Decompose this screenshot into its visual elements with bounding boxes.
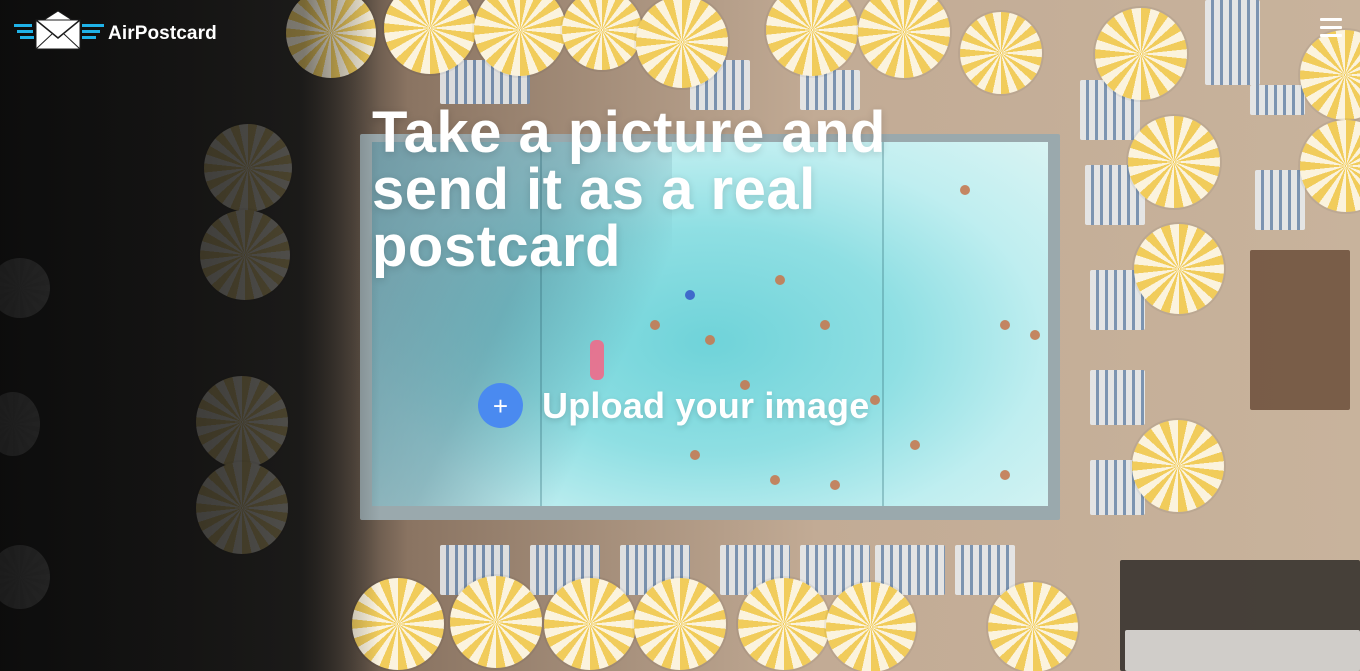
- swimmer: [775, 275, 785, 285]
- shadow-overlay: [0, 0, 380, 671]
- menu-bar: [1320, 18, 1342, 21]
- swimmer: [830, 480, 840, 490]
- swimmer: [1000, 470, 1010, 480]
- swimmer: [690, 450, 700, 460]
- hamburger-menu-icon[interactable]: [1320, 18, 1342, 38]
- site-header: AirPostcard: [0, 0, 1360, 72]
- lounger: [1090, 370, 1145, 425]
- upload-label[interactable]: Upload your image: [542, 385, 869, 427]
- swimmer: [1000, 320, 1010, 330]
- upload-image-button[interactable]: + Upload your image: [478, 383, 869, 428]
- umbrella: [634, 578, 726, 670]
- airmail-envelope-icon: [14, 10, 104, 50]
- brand-logo-link[interactable]: AirPostcard: [14, 10, 217, 52]
- swimmer: [650, 320, 660, 330]
- brand-name: AirPostcard: [108, 23, 217, 44]
- swimmer: [820, 320, 830, 330]
- swimmer: [870, 395, 880, 405]
- swimmer: [685, 290, 695, 300]
- lounger: [1255, 170, 1305, 230]
- swimmer: [1030, 330, 1040, 340]
- swimmer: [910, 440, 920, 450]
- umbrella: [1134, 224, 1224, 314]
- umbrella: [738, 578, 830, 670]
- menu-bar: [1320, 26, 1342, 29]
- umbrella: [1128, 116, 1220, 208]
- menu-bar: [1320, 34, 1342, 37]
- swimmer: [770, 475, 780, 485]
- umbrella: [544, 578, 636, 670]
- swimmer: [705, 335, 715, 345]
- umbrella: [1132, 420, 1224, 512]
- umbrella: [988, 582, 1078, 671]
- pool-float: [590, 340, 604, 380]
- umbrella: [826, 582, 916, 671]
- building-roof: [1125, 630, 1360, 671]
- lounger: [955, 545, 1015, 595]
- hero-headline: Take a picture and send it as a real pos…: [372, 100, 886, 279]
- wooden-deck: [1250, 250, 1350, 410]
- umbrella: [450, 576, 542, 668]
- lounger: [1250, 85, 1305, 115]
- plus-icon[interactable]: +: [478, 383, 523, 428]
